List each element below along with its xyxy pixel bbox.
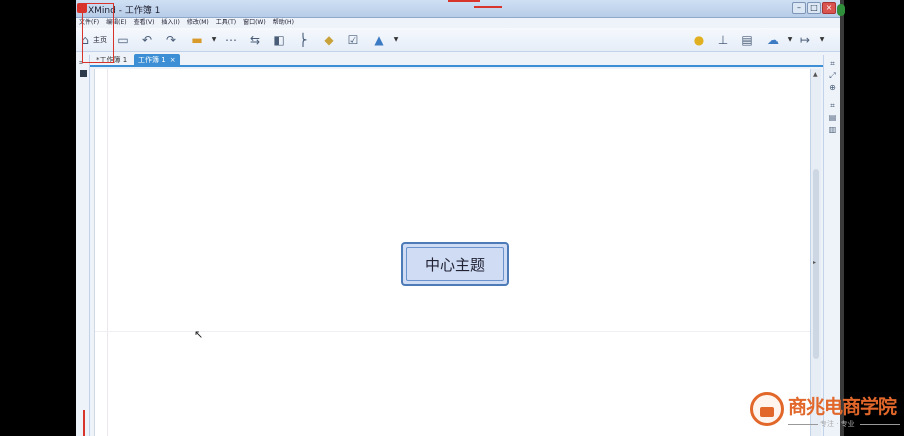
canvas-guide-line — [107, 69, 108, 436]
subtopic-icon[interactable]: ⋯ — [224, 32, 238, 48]
presentation-icon[interactable]: ⊥ — [716, 32, 730, 48]
pin-icon[interactable]: ⌗ — [827, 101, 838, 111]
annotation-mark — [83, 410, 85, 436]
image-icon[interactable]: ▲ — [372, 32, 386, 48]
right-panel-rail: ⌗ ⤢ ⊕ ⌗ ▤ ▥ — [823, 55, 840, 436]
note-icon[interactable]: ☑ — [346, 32, 360, 48]
desktop-edge — [840, 0, 844, 436]
tab-workbook-active[interactable]: 工作簿 1 × — [134, 54, 180, 67]
vertical-scrollbar[interactable]: ▲ ▸ — [810, 69, 821, 436]
title-highlight-mark — [448, 0, 480, 2]
zoom-fit-icon[interactable]: ⤢ — [827, 71, 838, 81]
watermark-name: 商兆电商学院 — [788, 396, 897, 418]
watermark-tagline: 专注 · 专业 — [820, 420, 855, 428]
scroll-up-icon[interactable]: ▲ — [813, 71, 818, 78]
layout-icon[interactable]: ▤ — [740, 32, 754, 48]
pin-icon[interactable]: ⌗ — [827, 59, 838, 69]
annotation-frame — [82, 3, 114, 63]
outline-panel-icon[interactable] — [80, 70, 87, 77]
menu-help[interactable]: 帮助(H) — [273, 18, 294, 28]
title-highlight-mark-2 — [474, 6, 502, 8]
central-topic-label: 中心主题 — [406, 247, 504, 281]
main-toolbar: ⌂ 主页 ▭ ↶ ↷ ▬ ▼ ⋯ ⇆ ◧ ⎬ ◆ ☑ ▲ ▼ ● ⊥ ▤ ☁ ▼… — [76, 28, 840, 52]
export-dropdown-icon[interactable]: ▼ — [818, 32, 826, 48]
editor-tab-strip: *工作簿 1 工作簿 1 × — [76, 52, 840, 67]
zoom-icon[interactable]: ⊕ — [827, 83, 838, 92]
boundary-icon[interactable]: ◧ — [272, 32, 286, 48]
format-panel-icon[interactable]: ▤ — [827, 113, 838, 122]
mouse-cursor-icon: ↖ — [194, 328, 204, 341]
maximize-button[interactable]: □ — [807, 2, 821, 14]
share-dropdown-icon[interactable]: ▼ — [786, 32, 794, 48]
watermark-divider — [860, 424, 900, 425]
close-button[interactable]: × — [822, 2, 836, 14]
menu-modify[interactable]: 修改(M) — [187, 18, 209, 28]
desktop-widget-icon — [837, 4, 845, 16]
menu-tools[interactable]: 工具(T) — [216, 18, 236, 28]
idea-icon[interactable]: ● — [692, 32, 706, 48]
properties-panel-icon[interactable]: ▥ — [827, 125, 838, 134]
tab-close-icon[interactable]: × — [170, 56, 176, 64]
image-dropdown-icon[interactable]: ▼ — [392, 32, 400, 48]
menu-insert[interactable]: 插入(I) — [161, 18, 179, 28]
tab-label: 工作簿 1 — [138, 56, 166, 64]
mindmap-canvas[interactable]: 中心主题 ↖ — [94, 69, 811, 436]
watermark: 商兆电商学院 专注 · 专业 — [748, 388, 904, 436]
undo-icon[interactable]: ↶ — [140, 32, 154, 48]
scroll-marker-icon: ▸ — [813, 259, 817, 266]
minimize-button[interactable]: – — [792, 2, 806, 14]
central-topic[interactable]: 中心主题 — [401, 242, 509, 286]
save-icon[interactable]: ▭ — [116, 32, 130, 48]
menu-bar: 文件(F) 编辑(E) 查看(V) 插入(I) 修改(M) 工具(T) 窗口(W… — [76, 18, 840, 28]
menu-view[interactable]: 查看(V) — [134, 18, 155, 28]
relationship-icon[interactable]: ⇆ — [248, 32, 262, 48]
xmind-window: XMind - 工作簿 1 – □ × 文件(F) 编辑(E) 查看(V) 插入… — [76, 0, 840, 436]
watermark-logo-icon — [750, 392, 784, 426]
redo-icon[interactable]: ↷ — [164, 32, 178, 48]
marker-icon[interactable]: ◆ — [322, 32, 336, 48]
topic-icon[interactable]: ▬ — [190, 32, 204, 48]
export-icon[interactable]: ↦ — [798, 32, 812, 48]
menu-window[interactable]: 窗口(W) — [243, 18, 266, 28]
share-icon[interactable]: ☁ — [766, 32, 780, 48]
summary-icon[interactable]: ⎬ — [296, 32, 310, 48]
left-panel-rail: ⌗ — [76, 55, 90, 436]
title-bar: XMind - 工作簿 1 – □ × — [76, 0, 840, 18]
topic-dropdown-icon[interactable]: ▼ — [210, 32, 218, 48]
watermark-divider — [788, 424, 818, 425]
